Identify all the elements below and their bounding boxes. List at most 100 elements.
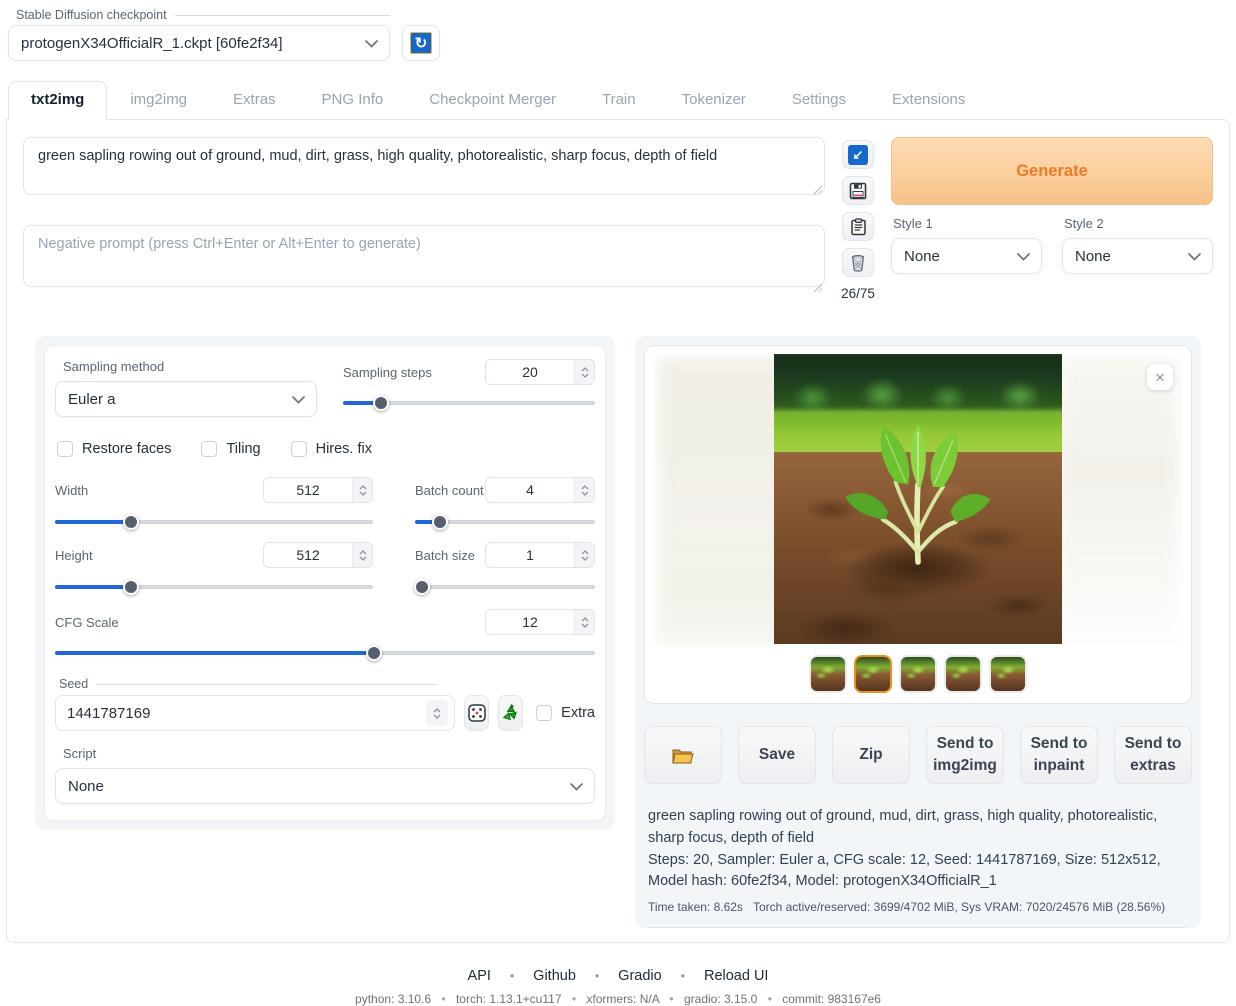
negative-prompt-input[interactable] <box>23 225 825 287</box>
send-to-inpaint-button[interactable]: Send to inpaint <box>1020 726 1098 784</box>
cfg-scale-input[interactable]: 12 <box>485 609 595 635</box>
save-style-button[interactable] <box>842 176 874 205</box>
cfg-scale-value: 12 <box>486 610 574 634</box>
tab-png-info[interactable]: PNG Info <box>299 81 407 119</box>
random-seed-button[interactable] <box>464 695 489 731</box>
commit-hash: commit: 983167e6 <box>782 992 881 1006</box>
apply-style-button[interactable] <box>842 212 874 241</box>
width-slider[interactable] <box>55 514 373 530</box>
checkpoint-header: Stable Diffusion checkpoint protogenX34O… <box>8 8 1230 61</box>
send-to-img2img-button[interactable]: Send to img2img <box>926 726 1004 784</box>
hires-fix-checkbox[interactable]: Hires. fix <box>291 441 372 457</box>
stepper-arrows[interactable] <box>574 543 594 567</box>
footer-separator: • <box>441 992 445 1006</box>
github-link[interactable]: Github <box>533 968 576 984</box>
restore-faces-checkbox[interactable]: Restore faces <box>57 441 171 457</box>
sampling-method-select[interactable]: Euler a <box>55 381 317 417</box>
thumbnail-5[interactable] <box>989 655 1027 693</box>
refresh-checkpoints-button[interactable]: ↻ <box>402 25 440 61</box>
checkbox-box <box>536 705 552 721</box>
open-folder-button[interactable] <box>644 726 722 784</box>
tab-img2img[interactable]: img2img <box>107 81 210 119</box>
info-performance-text: Time taken: 8.62s Torch active/reserved: … <box>648 898 1188 928</box>
seed-input[interactable]: 1441787169 <box>55 695 455 731</box>
sampling-steps-input[interactable]: 20 <box>485 359 595 385</box>
tab-txt2img[interactable]: txt2img <box>8 81 107 120</box>
footer-versions: python: 3.10.6 • torch: 1.13.1+cu117 • x… <box>6 992 1230 1006</box>
main-tabbar: txt2img img2img Extras PNG Info Checkpoi… <box>6 81 1230 119</box>
extra-label: Extra <box>561 705 595 721</box>
slider-handle[interactable] <box>373 395 389 411</box>
footer-separator: • <box>595 969 599 983</box>
settings-panel: Sampling method Euler a Sampling steps <box>35 336 615 830</box>
style2-select[interactable]: None <box>1062 238 1213 274</box>
thumbnail-2-selected[interactable] <box>854 655 892 693</box>
info-params-text: Steps: 20, Sampler: Euler a, CFG scale: … <box>648 850 1188 894</box>
thumbnail-1[interactable] <box>809 655 847 693</box>
generated-image[interactable] <box>774 354 1062 644</box>
zip-button[interactable]: Zip <box>832 726 910 784</box>
footer-links: API • Github • Gradio • Reload UI <box>6 968 1230 984</box>
batch-size-slider[interactable] <box>415 579 595 595</box>
batch-count-input[interactable]: 4 <box>485 477 595 503</box>
tab-train[interactable]: Train <box>579 81 659 119</box>
send-to-extras-button[interactable]: Send to extras <box>1114 726 1192 784</box>
stepper-arrows[interactable] <box>574 610 594 634</box>
cfg-scale-slider[interactable] <box>55 645 595 661</box>
time-taken-text: Time taken: 8.62s <box>648 900 743 914</box>
tab-tokenizer[interactable]: Tokenizer <box>659 81 769 119</box>
python-version: python: 3.10.6 <box>355 992 431 1006</box>
gradio-link[interactable]: Gradio <box>618 968 662 984</box>
tab-settings[interactable]: Settings <box>769 81 869 119</box>
reload-ui-link[interactable]: Reload UI <box>704 968 768 984</box>
sampling-steps-label: Sampling steps <box>343 365 432 380</box>
recycle-icon <box>501 703 521 723</box>
hires-fix-label: Hires. fix <box>316 441 372 457</box>
stepper-arrows[interactable] <box>352 478 372 502</box>
height-input[interactable]: 512 <box>263 542 373 568</box>
sapling-illustration <box>843 422 993 572</box>
width-value: 512 <box>264 478 352 502</box>
reuse-seed-button[interactable] <box>498 695 523 731</box>
tab-extensions[interactable]: Extensions <box>869 81 988 119</box>
stepper-arrows[interactable] <box>352 543 372 567</box>
checkpoint-legend: Stable Diffusion checkpoint <box>8 8 390 22</box>
tiling-checkbox[interactable]: Tiling <box>201 441 260 457</box>
stepper-arrows[interactable] <box>426 700 448 726</box>
checkbox-box <box>57 441 73 457</box>
chevron-down-icon <box>570 783 583 791</box>
cfg-scale-label: CFG Scale <box>55 615 119 630</box>
tab-extras[interactable]: Extras <box>210 81 299 119</box>
footer-separator: • <box>510 969 514 983</box>
extra-seed-checkbox[interactable]: Extra <box>536 705 595 721</box>
txt2img-panel: green sapling rowing out of ground, mud,… <box>6 119 1230 943</box>
checkbox-box <box>201 441 217 457</box>
vram-text: Torch active/reserved: 3699/4702 MiB, Sy… <box>753 900 1165 914</box>
generate-button[interactable]: Generate <box>891 137 1213 205</box>
script-select[interactable]: None <box>55 768 595 804</box>
clear-prompt-button[interactable] <box>842 248 874 277</box>
read-generation-params-button[interactable]: ↙ <box>842 140 874 169</box>
stepper-arrows[interactable] <box>574 478 594 502</box>
sampling-steps-slider[interactable] <box>343 395 595 411</box>
prompt-input[interactable]: green sapling rowing out of ground, mud,… <box>23 137 825 195</box>
chevron-down-icon <box>365 40 378 48</box>
api-link[interactable]: API <box>468 968 491 984</box>
folder-icon <box>671 746 695 765</box>
height-slider[interactable] <box>55 579 373 595</box>
thumbnail-4[interactable] <box>944 655 982 693</box>
style2-value: None <box>1075 248 1111 265</box>
checkpoint-value: protogenX34OfficialR_1.ckpt [60fe2f34] <box>21 35 283 52</box>
thumbnail-3[interactable] <box>899 655 937 693</box>
output-panel: × <box>635 336 1201 928</box>
tab-checkpoint-merger[interactable]: Checkpoint Merger <box>406 81 579 119</box>
width-input[interactable]: 512 <box>263 477 373 503</box>
style1-value: None <box>904 248 940 265</box>
save-button[interactable]: Save <box>738 726 816 784</box>
stepper-arrows[interactable] <box>574 360 594 384</box>
batch-size-input[interactable]: 1 <box>485 542 595 568</box>
close-gallery-button[interactable]: × <box>1147 364 1173 390</box>
batch-count-slider[interactable] <box>415 514 595 530</box>
checkpoint-select[interactable]: protogenX34OfficialR_1.ckpt [60fe2f34] <box>8 25 390 61</box>
style1-select[interactable]: None <box>891 238 1042 274</box>
